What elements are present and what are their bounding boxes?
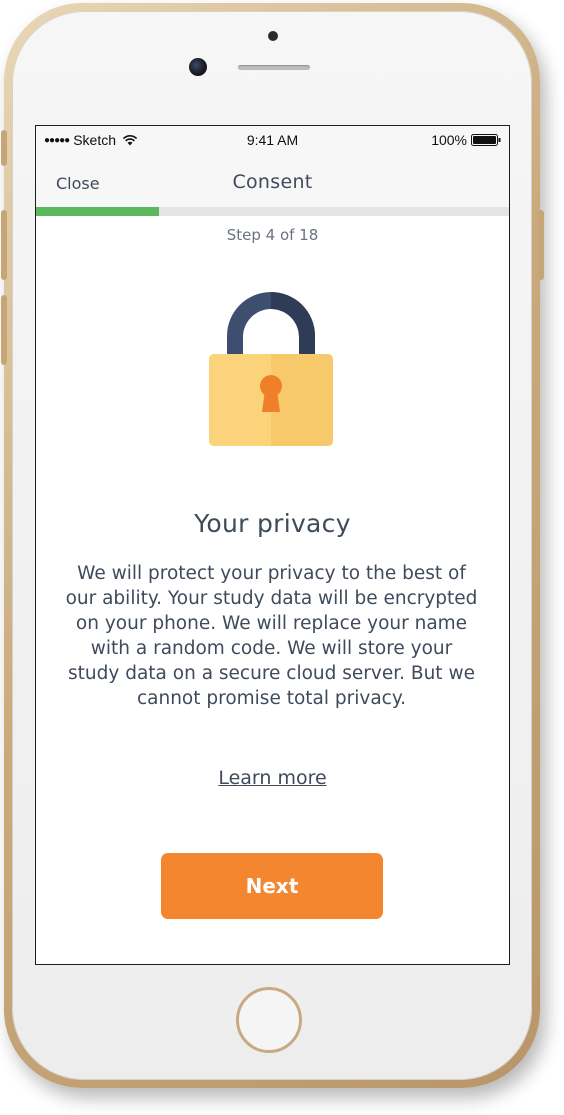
mute-switch xyxy=(1,130,7,166)
navigation-bar: Close Consent xyxy=(36,154,509,207)
privacy-description: We will protect your privacy to the best… xyxy=(65,563,478,709)
proximity-sensor xyxy=(268,31,278,41)
volume-up-button xyxy=(1,210,7,280)
earpiece-speaker xyxy=(238,65,310,70)
step-indicator: Step 4 of 18 xyxy=(226,226,319,244)
power-button xyxy=(538,210,544,280)
status-bar: ●●●●● Sketch 9:41 AM 100% xyxy=(36,126,509,154)
learn-more-link[interactable]: Learn more xyxy=(36,767,509,789)
next-button[interactable]: Next xyxy=(161,853,383,919)
progress-fill xyxy=(36,207,159,216)
front-camera xyxy=(189,58,207,76)
progress-bar xyxy=(36,207,509,216)
lock-icon xyxy=(209,292,333,446)
volume-down-button xyxy=(1,295,7,365)
status-right: 100% xyxy=(431,132,501,148)
app-screen: ●●●●● Sketch 9:41 AM 100% Close Consent … xyxy=(35,125,510,965)
battery-percent: 100% xyxy=(431,132,467,148)
home-button[interactable] xyxy=(236,987,302,1053)
page-heading: Your privacy xyxy=(194,509,351,538)
nav-title: Consent xyxy=(232,171,313,193)
battery-icon xyxy=(471,134,501,146)
device-mockup: ●●●●● Sketch 9:41 AM 100% Close Consent … xyxy=(0,0,564,1115)
